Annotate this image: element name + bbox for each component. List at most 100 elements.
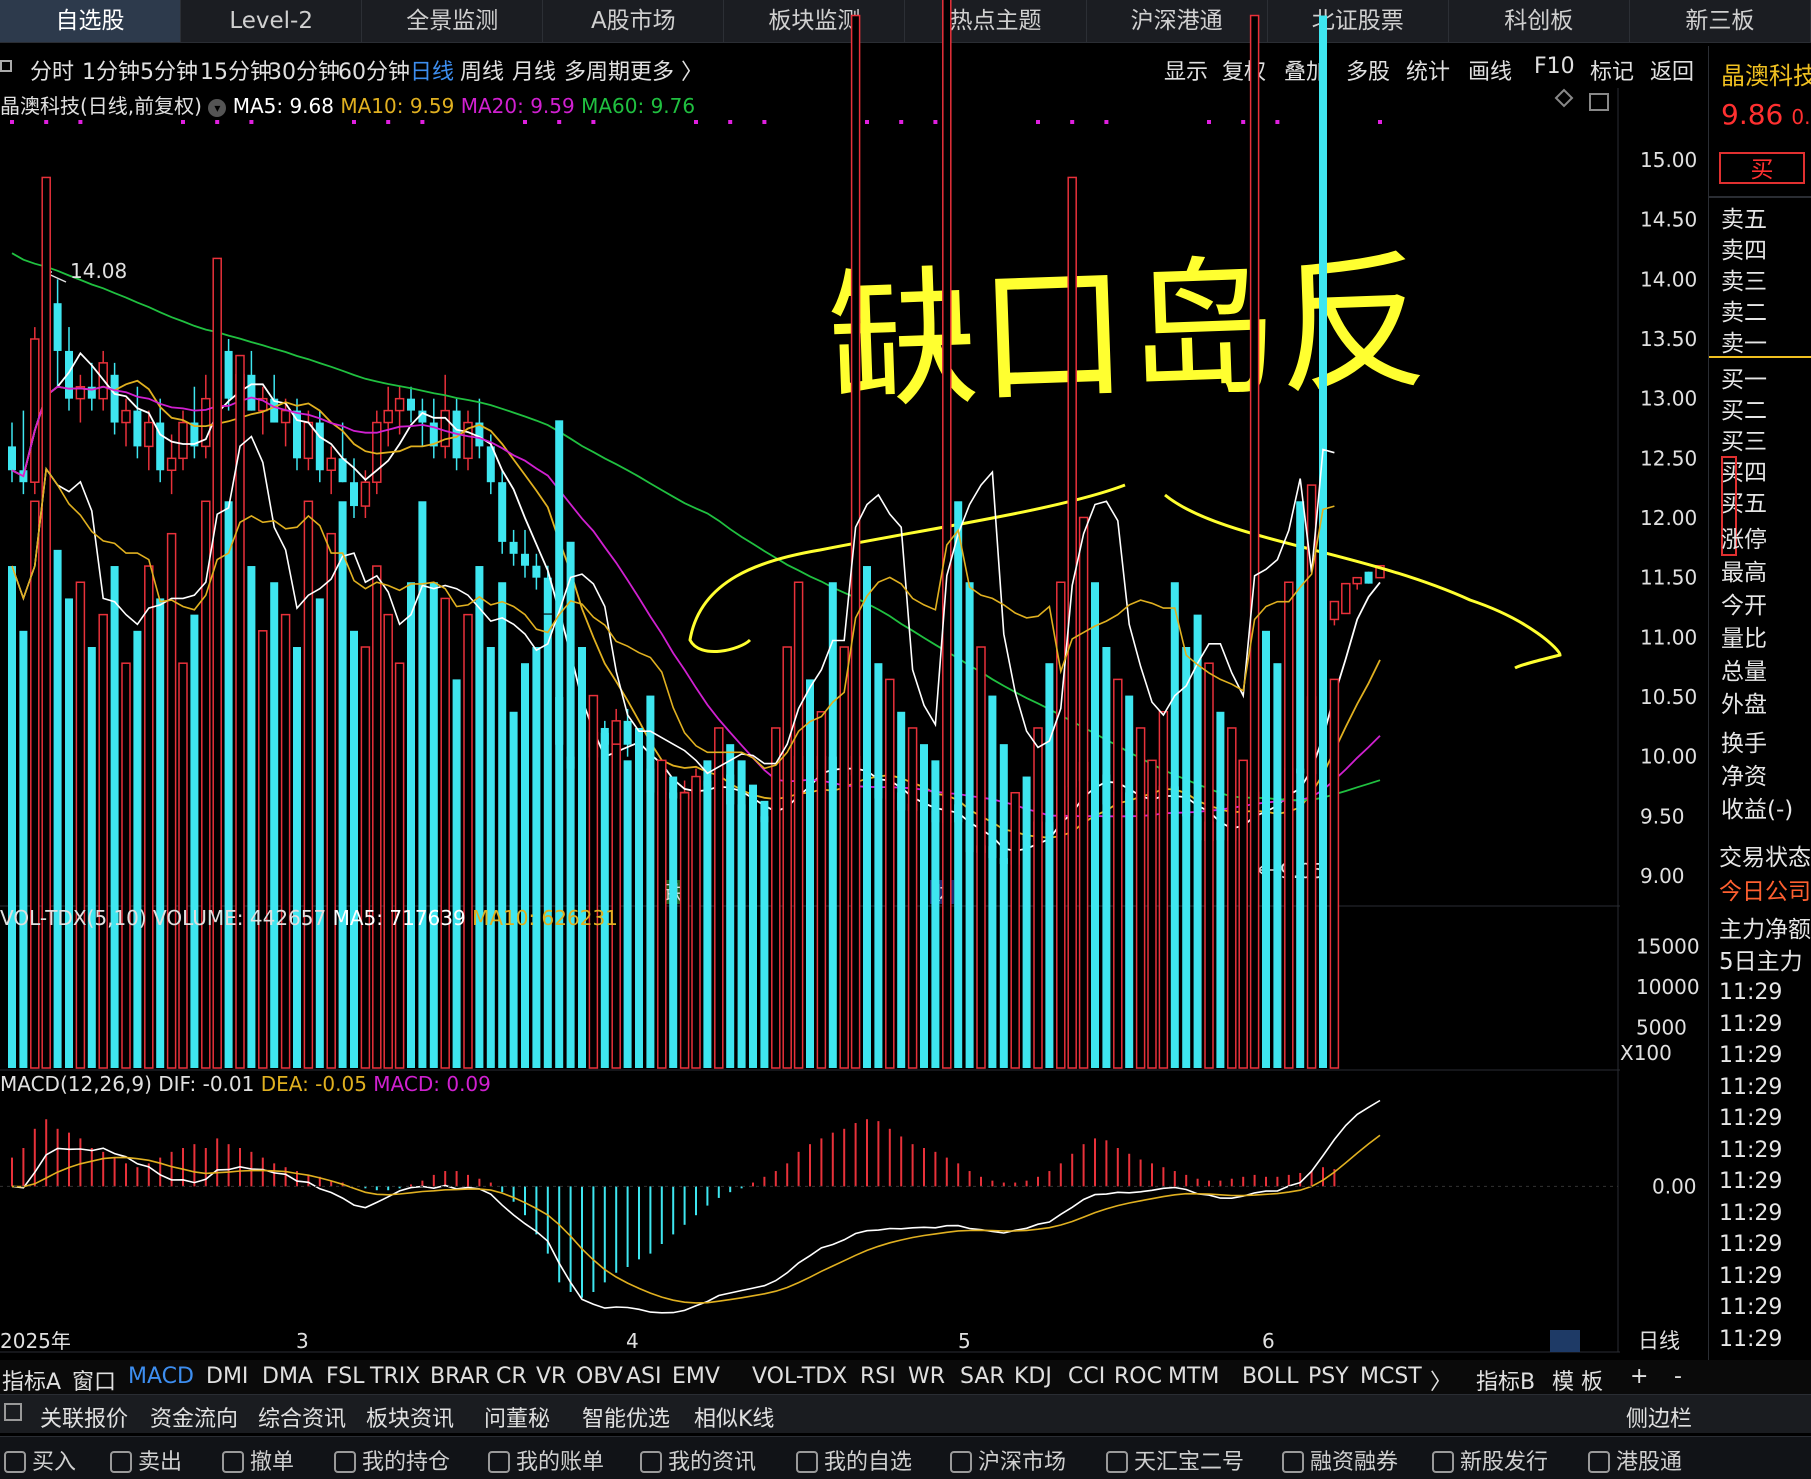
tick-time: 11:29 [1719,1074,1783,1100]
volume-bar [1010,791,1020,1069]
indicator-12[interactable]: EMV [672,1364,720,1389]
info-tab-1[interactable]: 资金流向 [150,1401,238,1433]
candle [1329,600,1340,626]
volume-bar [1182,647,1191,1068]
volume-bar [8,566,16,1068]
indicator-21[interactable]: BOLL [1242,1364,1299,1389]
info-toggle-icon[interactable] [4,1403,22,1421]
volume-bar [1249,14,1260,1069]
candle-body [121,409,131,424]
indicator-17[interactable]: KDJ [1014,1364,1052,1389]
indicator-4[interactable]: DMA [262,1364,313,1389]
volume-bar [988,695,997,1068]
indicator-right-2[interactable]: + [1630,1364,1648,1389]
info-tab-3[interactable]: 板块资讯 [366,1401,454,1433]
indicator-3[interactable]: DMI [206,1364,248,1389]
info-tab-6[interactable]: 相似K线 [694,1401,774,1433]
indicator-8[interactable]: CR [496,1364,527,1389]
volume-bar [1033,727,1043,1069]
volume-bar [98,613,108,1069]
info-tab-2[interactable]: 综合资讯 [258,1401,346,1433]
action-label: 卖出 [138,1450,183,1475]
volume-bar [486,647,495,1068]
action-0[interactable]: 买入 [4,1444,76,1476]
margin-icon [1282,1451,1304,1473]
indicator-11[interactable]: ASI [626,1364,662,1389]
signal-dot [1207,120,1211,124]
indicator-15[interactable]: WR [908,1364,945,1389]
indicator-6[interactable]: TRIX [370,1364,420,1389]
signal-dot [1070,120,1075,124]
indicator-16[interactable]: SAR [960,1364,1005,1389]
action-1[interactable]: 卖出 [110,1444,182,1476]
panel-toggle-icon[interactable] [1589,93,1609,111]
volume-bar [1125,695,1134,1068]
market-icon [950,1451,972,1473]
indicator-24[interactable]: 〉 [1430,1364,1452,1396]
info-tab-5[interactable]: 智能优选 [582,1401,670,1433]
indicator-right-3[interactable]: - [1674,1364,1682,1389]
volume-bar [407,582,415,1068]
indicator-0[interactable]: 指标A [2,1364,61,1396]
info-tab-0[interactable]: 关联报价 [40,1401,128,1433]
main-fund-5d: 5日主力 [1719,949,1803,975]
today-notice[interactable]: 今日公司 [1719,872,1811,906]
action-6[interactable]: 我的自选 [796,1444,912,1476]
stock-chart[interactable]: 15.00 14.50 14.00 13.50 13.00 12.50 12.00 11.50… [0,0,1811,1478]
indicator-19[interactable]: ROC [1114,1364,1162,1389]
sidebar-button[interactable]: 侧边栏 [1626,1401,1692,1433]
price-tick: 15.00 [1640,148,1697,172]
ask-level-4: 卖一 [1721,331,1767,357]
info-tab-4[interactable]: 问董秘 [484,1401,550,1433]
volume-bar [1158,711,1169,1069]
action-11[interactable]: 港股通 [1588,1444,1682,1476]
volume-bar [1273,663,1282,1068]
indicator-1[interactable]: 窗口 [72,1364,116,1396]
indicator-right-0[interactable]: 指标B [1476,1364,1535,1396]
volume-bar [931,760,940,1068]
ipo-icon [1432,1451,1454,1473]
indicator-7[interactable]: BRAR [430,1364,490,1389]
candle [270,374,279,423]
candle [190,386,199,459]
buy-button[interactable]: 买 [1719,152,1805,184]
action-7[interactable]: 沪深市场 [950,1444,1066,1476]
action-2[interactable]: 撤单 [222,1444,294,1476]
action-label: 我的资讯 [668,1450,757,1475]
diamond-icon[interactable] [1554,88,1574,108]
indicator-5[interactable]: FSL [326,1364,365,1389]
dropdown-icon[interactable]: ▾ [208,99,227,117]
action-4[interactable]: 我的账单 [488,1444,604,1476]
candle-body [53,303,62,351]
indicator-2[interactable]: MACD [128,1364,194,1389]
action-9[interactable]: 融资融券 [1282,1444,1398,1476]
volume-tick: 5000 [1636,1016,1687,1040]
indicator-23[interactable]: MCST [1360,1364,1422,1389]
indicator-22[interactable]: PSY [1308,1364,1349,1389]
volume-tick: 15000 [1636,935,1700,959]
action-label: 我的账单 [516,1450,605,1475]
price-tick: 11.00 [1640,625,1697,649]
action-5[interactable]: 我的资讯 [640,1444,756,1476]
indicator-right-1[interactable]: 模 板 [1552,1364,1603,1396]
candle [303,410,314,471]
indicator-20[interactable]: MTM [1168,1364,1219,1389]
indicator-13[interactable]: VOL-TDX [752,1364,847,1389]
action-label: 新股发行 [1460,1450,1549,1475]
signal-dot [249,120,254,124]
volume-bar [839,646,849,1069]
indicator-14[interactable]: RSI [860,1364,896,1389]
indicator-9[interactable]: VR [536,1364,566,1389]
watchlist-icon [796,1451,818,1473]
volume-bar [224,501,233,1068]
ma20-legend: MA20: 9.59 [460,94,575,118]
annotation-text: 缺口岛反 [825,236,1431,431]
volume-bar [726,744,735,1068]
action-10[interactable]: 新股发行 [1432,1444,1548,1476]
indicator-18[interactable]: CCI [1068,1364,1105,1389]
action-8[interactable]: 天汇宝二号 [1106,1444,1244,1476]
indicator-10[interactable]: OBV [576,1364,623,1389]
volume-bar [942,0,952,1069]
date-cursor[interactable] [1550,1330,1580,1352]
action-3[interactable]: 我的持仓 [334,1444,450,1476]
